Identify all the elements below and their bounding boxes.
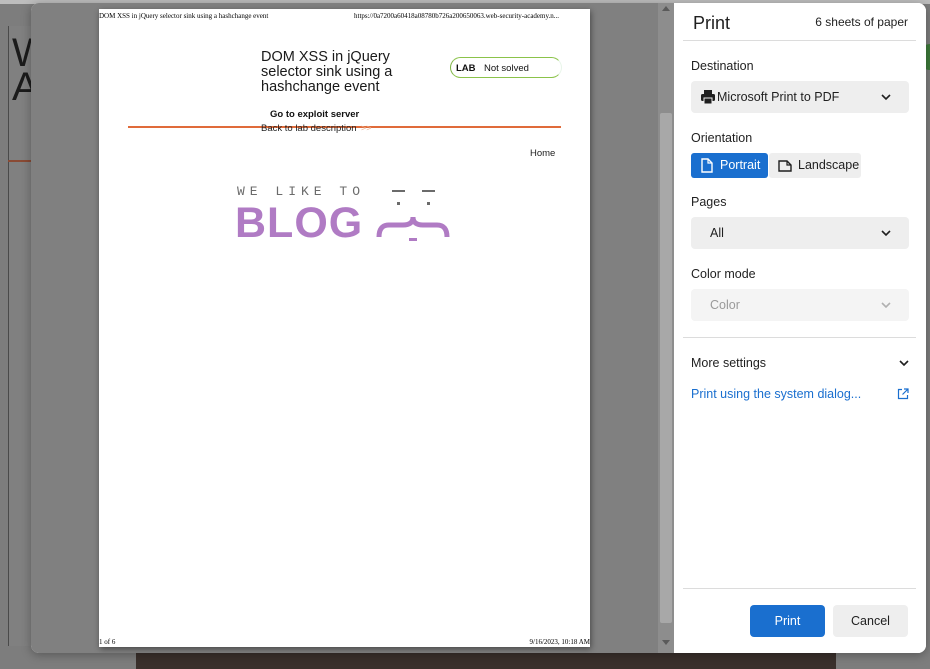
preview-scrollbar[interactable]: [658, 3, 674, 653]
preview-page: DOM XSS in jQuery selector sink using a …: [99, 9, 590, 647]
back-to-lab-link: Back to lab description: [261, 123, 357, 134]
scroll-down-arrow-icon[interactable]: [662, 640, 670, 646]
blog-logo-word: BLOG: [235, 199, 364, 247]
lab-badge-label: LAB: [456, 63, 476, 74]
blog-logo-tagline: WE LIKE TO: [237, 184, 366, 199]
portrait-button[interactable]: Portrait: [691, 153, 768, 178]
more-settings-toggle[interactable]: More settings: [691, 355, 911, 373]
color-mode-label: Color mode: [691, 267, 756, 281]
blog-logo: WE LIKE TO BLOG: [235, 181, 457, 247]
color-mode-select: Color: [691, 289, 909, 321]
chevron-down-icon: [881, 302, 891, 309]
lab-badge-status: Not solved: [484, 63, 529, 74]
blog-logo-face-icon: [376, 190, 450, 241]
pages-value: All: [710, 226, 724, 240]
footer-divider: [683, 588, 916, 589]
print-settings-panel: Print 6 sheets of paper Destination Micr…: [675, 3, 926, 653]
scrollbar-thumb[interactable]: [660, 113, 672, 623]
orientation-label: Orientation: [691, 131, 753, 145]
pages-select[interactable]: All: [691, 217, 909, 249]
background-image: [136, 652, 836, 669]
page-header-url: https://0a7200a60418a08780b726a200650063…: [354, 12, 560, 20]
print-dialog: DOM XSS in jQuery selector sink using a …: [31, 3, 926, 653]
back-link-chevrons: >>: [361, 123, 372, 133]
landscape-button[interactable]: Landscape: [769, 153, 861, 178]
dialog-title: Print: [693, 13, 731, 33]
background-article-edge: [8, 26, 32, 646]
background-article-heading: W A: [12, 36, 32, 104]
lab-title: DOM XSS in jQuery selector sink using a …: [261, 49, 393, 95]
destination-value: Microsoft Print to PDF: [717, 90, 840, 104]
landscape-page-icon: [778, 160, 792, 172]
print-preview-area[interactable]: DOM XSS in jQuery selector sink using a …: [31, 3, 674, 653]
lab-status-badge: LAB Not solved: [450, 57, 562, 78]
chevron-down-icon: [881, 230, 891, 237]
sheet-count: 6 sheets of paper: [815, 15, 908, 29]
title-divider: [683, 40, 916, 41]
destination-label: Destination: [691, 59, 754, 73]
portrait-label: Portrait: [720, 158, 761, 172]
page-footer-count: 1 of 6: [99, 638, 116, 646]
more-settings-label: More settings: [691, 356, 767, 370]
system-dialog-link[interactable]: Print using the system dialog...: [691, 387, 861, 401]
home-link: Home: [530, 148, 556, 159]
page-footer-date: 9/16/2023, 10:18 AM: [529, 638, 590, 646]
cancel-button[interactable]: Cancel: [833, 605, 908, 637]
scroll-up-arrow-icon[interactable]: [662, 5, 670, 11]
background-divider: [8, 160, 32, 162]
printer-icon: [701, 90, 715, 105]
external-link-icon[interactable]: [897, 388, 909, 400]
portrait-page-icon: [701, 158, 713, 173]
chevron-down-icon: [881, 94, 891, 101]
page-header-title: DOM XSS in jQuery selector sink using a …: [99, 12, 269, 20]
color-mode-value: Color: [710, 298, 740, 312]
settings-divider: [683, 337, 916, 338]
pages-label: Pages: [691, 195, 727, 209]
exploit-server-link: Go to exploit server: [270, 109, 360, 120]
print-button[interactable]: Print: [750, 605, 825, 637]
destination-select[interactable]: Microsoft Print to PDF: [691, 81, 909, 113]
landscape-label: Landscape: [798, 158, 860, 172]
chevron-down-icon: [899, 360, 909, 367]
